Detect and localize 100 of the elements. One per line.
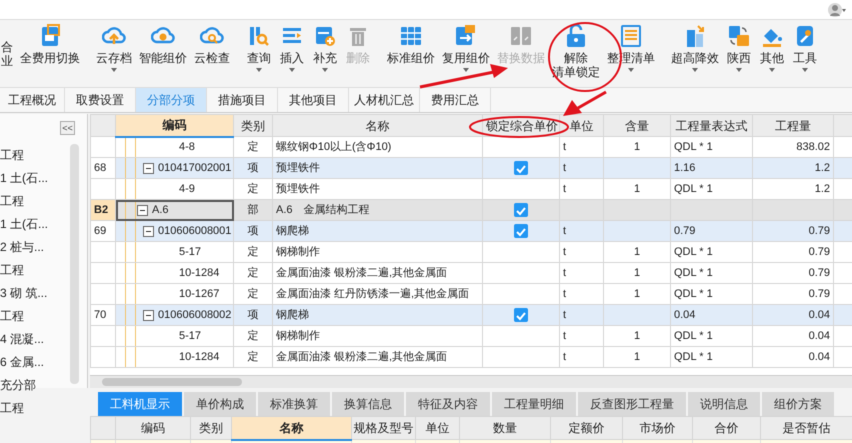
column-header[interactable]: 类别 [190, 416, 232, 440]
document-plus-icon [313, 24, 337, 48]
row-number[interactable] [90, 346, 116, 368]
sidebar-item[interactable]: 4 混凝... [0, 328, 87, 351]
checkbox[interactable] [514, 160, 528, 175]
collapse-icon[interactable] [143, 162, 154, 174]
table-cell: t [560, 262, 604, 284]
table-cell: t [560, 304, 604, 326]
column-header[interactable]: 类别 [234, 114, 272, 136]
sidebar-item[interactable]: 工程 [0, 259, 87, 282]
row-number[interactable]: 69 [90, 220, 116, 242]
sidebar-item[interactable]: 6 金属... [0, 351, 87, 374]
vertical-scrollbar[interactable] [70, 144, 79, 384]
column-header[interactable]: 编码 [116, 114, 234, 136]
user-avatar-icon[interactable] [828, 2, 846, 18]
tab[interactable]: 单价构成 [184, 392, 256, 416]
column-header[interactable]: 数量 [460, 416, 550, 440]
tab[interactable]: 特征及内容 [406, 392, 490, 416]
sidebar-item[interactable]: 1 土(石... [0, 213, 87, 236]
column-header[interactable]: 单位 [560, 114, 604, 136]
column-header[interactable]: 工程量 [752, 114, 834, 136]
toolbar-button[interactable]: 超高降效 [669, 20, 721, 72]
sidebar-item[interactable]: 1 土(石... [0, 167, 87, 190]
column-header[interactable]: 含量 [604, 114, 670, 136]
checkbox[interactable] [514, 224, 528, 238]
column-header[interactable] [90, 114, 116, 136]
toolbar-button[interactable]: 合 业 [0, 20, 15, 68]
column-header[interactable]: 编码 [116, 416, 190, 440]
toolbar-button[interactable]: 查询 [244, 20, 274, 72]
collapse-icon[interactable] [137, 204, 148, 216]
column-header[interactable]: 定额价 [550, 416, 622, 440]
header-cell[interactable] [90, 416, 116, 440]
column-header[interactable]: 是否暂估 [760, 416, 852, 440]
column-header[interactable]: 市场价 [622, 416, 692, 440]
checkbox[interactable] [514, 308, 528, 322]
row-number[interactable] [90, 284, 116, 304]
toolbar-button[interactable]: 工具 [790, 20, 820, 72]
scrollbar-thumb[interactable] [102, 378, 242, 386]
table-cell: A.6 金属结构工程 [272, 200, 482, 220]
tab[interactable]: 反查图形工程量 [578, 392, 686, 416]
column-header[interactable]: 工程量表达式 [670, 114, 752, 136]
toolbar-button[interactable]: 插入 [277, 20, 307, 72]
table-cell: QDL * 1 [670, 326, 752, 346]
collapse-icon[interactable] [143, 226, 154, 236]
row-number[interactable]: 70 [90, 304, 116, 326]
caret-icon [463, 68, 469, 72]
table-cell: 1 [604, 242, 670, 262]
sidebar-item[interactable]: 充分部 [0, 374, 87, 397]
sidebar-item[interactable]: 2 桩与... [0, 236, 87, 259]
row-number[interactable] [90, 262, 116, 284]
tab[interactable]: 工程量明细 [492, 392, 576, 416]
table-cell: 0.04 [670, 304, 752, 326]
table-cell: QDL * 1 [670, 242, 752, 262]
column-header[interactable]: 合价 [692, 416, 760, 440]
row-number[interactable] [90, 136, 116, 158]
column-header[interactable]: 名称 [272, 114, 482, 136]
caret-icon [289, 68, 295, 72]
collapse-icon[interactable] [143, 310, 154, 320]
toolbar-button[interactable]: 云存档 [94, 20, 134, 72]
horizontal-scrollbar[interactable] [90, 375, 852, 388]
table-cell: QDL * 1 [670, 262, 752, 284]
toolbar-button[interactable]: 全费用切换 [18, 20, 82, 65]
tab[interactable]: 标准换算 [258, 392, 330, 416]
code-text: 010606008001 [158, 224, 232, 239]
caret-icon [802, 68, 808, 72]
sidebar-item[interactable]: 工程 [0, 190, 87, 213]
checkbox[interactable] [514, 202, 528, 217]
toolbar-button[interactable]: 标准组价 [385, 20, 437, 65]
table-cell: 部 [234, 200, 272, 220]
form-icon [619, 24, 643, 48]
toolbar-button[interactable]: 复用组价 [440, 20, 492, 72]
caret-icon [769, 68, 775, 72]
column-header[interactable]: 名称 [232, 416, 352, 440]
tab[interactable]: 说明信息 [688, 392, 760, 416]
toolbar-button[interactable]: 云检查 [192, 20, 232, 65]
toolbar-button[interactable]: 智能组价 [137, 20, 189, 65]
sidebar-item[interactable]: 工程 [0, 397, 87, 420]
toolbar-button[interactable]: 陕西 [724, 20, 754, 72]
row-number[interactable]: 68 [90, 158, 116, 178]
table-cell: 1.2 [752, 158, 834, 178]
tab[interactable]: 组价方案 [762, 392, 834, 416]
collapse-button[interactable]: << [60, 121, 75, 135]
document-arrow-icon [454, 24, 478, 48]
table-cell: 预埋铁件 [272, 158, 482, 178]
row-number[interactable] [90, 178, 116, 200]
column-header[interactable]: 单位 [416, 416, 460, 440]
table-cell: 金属面油漆 银粉漆二遍,其他金属面 [272, 262, 482, 284]
sidebar-item[interactable]: 工程 [0, 144, 87, 167]
column-header[interactable]: 规格及型号 [352, 416, 416, 440]
row-number[interactable]: B2 [90, 200, 116, 220]
row-number[interactable] [90, 242, 116, 262]
toolbar-button[interactable]: 补充 [310, 20, 340, 72]
row-number[interactable] [90, 326, 116, 346]
table-cell: 定 [234, 242, 272, 262]
caret-icon [628, 68, 634, 72]
sidebar-item[interactable]: 3 砌 筑... [0, 282, 87, 305]
toolbar-button[interactable]: 其他 [757, 20, 787, 72]
tab[interactable]: 换算信息 [332, 392, 404, 416]
caret-icon [256, 68, 262, 72]
sidebar-item[interactable]: 工程 [0, 305, 87, 328]
